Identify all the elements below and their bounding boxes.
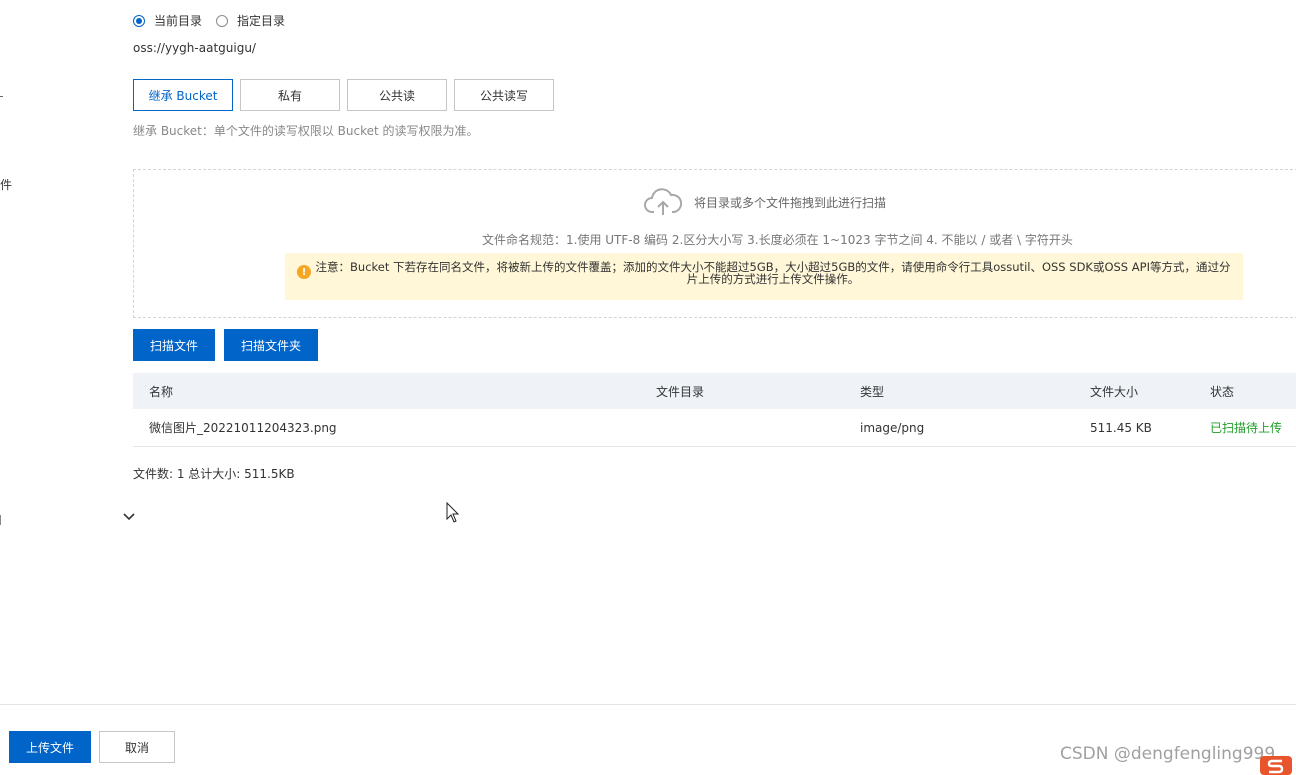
upload-panel: 件 当前目录 指定目录 oss://yygh-aatguigu/ 继承 Buck… — [0, 0, 1296, 775]
footer-divider — [0, 704, 1296, 705]
header-name: 名称 — [149, 384, 174, 399]
mouse-cursor-icon — [446, 501, 460, 523]
acl-public-read-write-button[interactable]: 公共读写 — [454, 79, 554, 111]
upload-file-button[interactable]: 上传文件 — [9, 731, 91, 763]
drop-zone-main: 将目录或多个文件拖拽到此进行扫描 — [644, 187, 886, 217]
header-type: 类型 — [860, 384, 885, 399]
chevron-down-icon[interactable] — [122, 512, 136, 522]
radio-icon[interactable] — [133, 14, 145, 27]
acl-private-button[interactable]: 私有 — [240, 79, 340, 111]
radio-specified-directory[interactable]: 指定目录 — [216, 12, 285, 29]
upload-path: oss://yygh-aatguigu/ — [133, 41, 256, 55]
acl-public-read-button[interactable]: 公共读 — [347, 79, 447, 111]
scan-folder-button[interactable]: 扫描文件夹 — [224, 329, 319, 361]
file-type: image/png — [860, 420, 925, 435]
table-row[interactable]: 微信图片_20221011204323.png image/png 511.45… — [133, 409, 1296, 447]
left-label-file: 件 — [0, 178, 13, 192]
left-clipped-mark — [0, 515, 3, 525]
drop-zone-text: 将目录或多个文件拖拽到此进行扫描 — [694, 195, 887, 210]
mouse-cursor — [446, 501, 460, 527]
expand-toggle[interactable] — [122, 511, 136, 525]
csdn-logo — [1258, 752, 1294, 775]
file-drop-zone[interactable]: 将目录或多个文件拖拽到此进行扫描 文件命名规范：1.使用 UTF-8 编码 2.… — [133, 169, 1296, 318]
header-status: 状态 — [1210, 384, 1235, 399]
radio-icon[interactable] — [216, 14, 229, 27]
acl-hint: 继承 Bucket：单个文件的读写权限以 Bucket 的读写权限为准。 — [133, 124, 479, 138]
file-size: 511.45 KB — [1090, 420, 1152, 435]
radio-label: 当前目录 — [154, 14, 203, 28]
warning-notice-text: 注意：Bucket 下若存在同名文件，将被新上传的文件覆盖；添加的文件大小不能超… — [315, 260, 1231, 286]
csdn-logo-icon — [1260, 756, 1292, 775]
cancel-button[interactable]: 取消 — [99, 731, 175, 763]
file-name: 微信图片_20221011204323.png — [149, 421, 337, 435]
file-status: 已扫描待上传 — [1210, 421, 1283, 435]
cloud-upload-icon — [644, 188, 682, 215]
warning-icon: ! — [297, 265, 311, 279]
radio-current-directory[interactable]: 当前目录 — [133, 12, 202, 29]
table-header: 名称 文件目录 类型 文件大小 状态 — [133, 373, 1296, 409]
acl-button-group: 继承 Bucket 私有 公共读 公共读写 — [133, 79, 561, 111]
radio-label: 指定目录 — [237, 14, 286, 28]
warning-notice: ! 注意：Bucket 下若存在同名文件，将被新上传的文件覆盖；添加的文件大小不… — [285, 253, 1243, 300]
file-table: 名称 文件目录 类型 文件大小 状态 微信图片_20221011204323.p… — [133, 373, 1296, 447]
header-size: 文件大小 — [1090, 384, 1139, 399]
scan-button-group: 扫描文件 扫描文件夹 — [133, 329, 327, 361]
csdn-watermark: CSDN @dengfengling999 — [1060, 744, 1276, 764]
header-dir: 文件目录 — [656, 384, 705, 399]
file-naming-rules: 文件命名规范：1.使用 UTF-8 编码 2.区分大小写 3.长度必须在 1~1… — [482, 233, 1073, 247]
acl-inherit-bucket-button[interactable]: 继承 Bucket — [133, 79, 233, 111]
file-summary: 文件数: 1 总计大小: 511.5KB — [133, 467, 295, 481]
left-clipped-divider — [0, 96, 3, 97]
directory-radio-group: 当前目录 指定目录 — [133, 12, 299, 29]
scan-file-button[interactable]: 扫描文件 — [133, 329, 216, 361]
